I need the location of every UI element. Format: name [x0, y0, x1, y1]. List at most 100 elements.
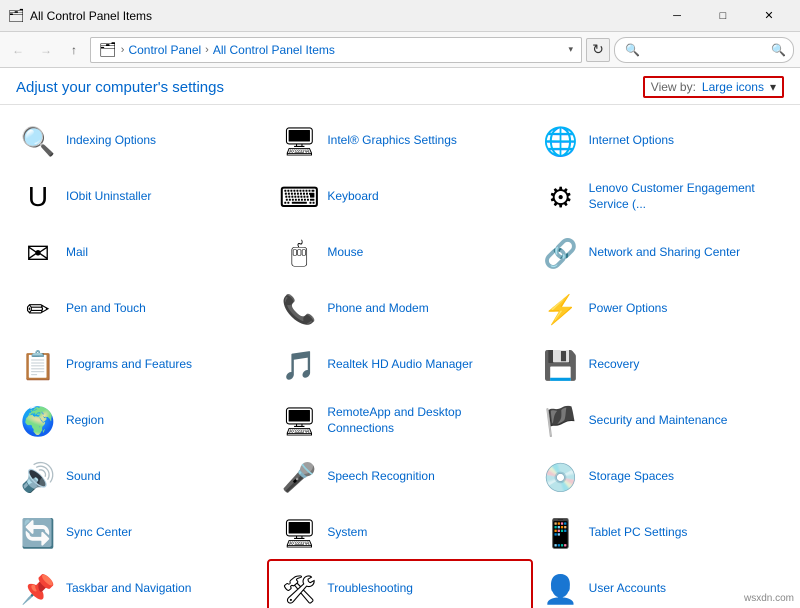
- item-label: Indexing Options: [66, 133, 156, 149]
- breadcrumb-all-items[interactable]: All Control Panel Items: [213, 43, 335, 57]
- refresh-button[interactable]: ↻: [586, 38, 610, 62]
- item-label: Region: [66, 413, 104, 429]
- item-label: IObit Uninstaller: [66, 189, 151, 205]
- storage-icon: 💿: [541, 457, 581, 497]
- view-by-label: View by:: [651, 80, 696, 94]
- item-label: User Accounts: [589, 581, 666, 597]
- control-panel-item[interactable]: 🎵Realtek HD Audio Manager: [269, 337, 530, 393]
- search-wrapper: 🔍: [614, 37, 794, 63]
- search-icon: 🔍: [771, 43, 786, 57]
- mail-icon: ✉: [18, 233, 58, 273]
- control-panel-item[interactable]: 🖥 RemoteApp and Desktop Connections: [269, 393, 530, 449]
- item-label: Taskbar and Navigation: [66, 581, 191, 597]
- control-panel-item[interactable]: 📌 Taskbar and Navigation: [8, 561, 269, 608]
- control-panel-item[interactable]: 🏴 Security and Maintenance: [531, 393, 792, 449]
- keyboard-icon: ⌨: [279, 177, 319, 217]
- control-panel-item[interactable]: 🔄 Sync Center: [8, 505, 269, 561]
- system-icon: 🖥: [279, 513, 319, 553]
- globe-icon: 🌐: [541, 121, 581, 161]
- user-icon: 👤: [541, 569, 581, 608]
- security-icon: 🏴: [541, 401, 581, 441]
- speech-icon: 🎤: [279, 457, 319, 497]
- item-label: Phone and Modem: [327, 301, 428, 317]
- control-panel-item[interactable]: 📋Programs and Features: [8, 337, 269, 393]
- forward-button[interactable]: →: [34, 38, 58, 62]
- item-label: Security and Maintenance: [589, 413, 728, 429]
- close-button[interactable]: ✕: [746, 0, 792, 32]
- title-bar-title: All Control Panel Items: [30, 9, 654, 23]
- view-by-control[interactable]: View by: Large icons ▾: [643, 76, 784, 98]
- phone-icon: 📞: [279, 289, 319, 329]
- address-wrapper[interactable]: 🗂 › Control Panel › All Control Panel It…: [90, 37, 582, 63]
- item-label: Mouse: [327, 245, 363, 261]
- breadcrumb-control-panel[interactable]: Control Panel: [128, 43, 201, 57]
- maximize-button[interactable]: □: [700, 0, 746, 32]
- uninstall-icon: U: [18, 177, 58, 217]
- up-button[interactable]: ↑: [62, 38, 86, 62]
- tablet-icon: 📱: [541, 513, 581, 553]
- item-label: Intel® Graphics Settings: [327, 133, 457, 149]
- sound-icon: 🔊: [18, 457, 58, 497]
- item-label: Programs and Features: [66, 357, 192, 373]
- gear-icon: ⚙: [541, 177, 581, 217]
- watermark: wsxdn.com: [744, 593, 794, 604]
- monitor-icon: 🖥: [279, 121, 319, 161]
- control-panel-item[interactable]: 🌍 Region: [8, 393, 269, 449]
- item-label: Keyboard: [327, 189, 378, 205]
- control-panel-item[interactable]: 🌐 Internet Options: [531, 113, 792, 169]
- item-label: RemoteApp and Desktop Connections: [327, 405, 520, 436]
- item-label: Speech Recognition: [327, 469, 434, 485]
- control-panel-item[interactable]: ✏Pen and Touch: [8, 281, 269, 337]
- title-bar-controls: ─ □ ✕: [654, 0, 792, 32]
- content-title: Adjust your computer's settings: [16, 79, 224, 96]
- trouble-icon: 🛠: [279, 569, 319, 608]
- region-icon: 🌍: [18, 401, 58, 441]
- control-panel-item[interactable]: 🛠Troubleshooting: [269, 561, 530, 608]
- search-icon: 🔍: [18, 121, 58, 161]
- breadcrumb-sep-1: ›: [121, 44, 125, 56]
- item-label: Sync Center: [66, 525, 132, 541]
- back-button[interactable]: ←: [6, 38, 30, 62]
- sync-icon: 🔄: [18, 513, 58, 553]
- control-panel-item[interactable]: 💿Storage Spaces: [531, 449, 792, 505]
- control-panel-item[interactable]: 🖱 Mouse: [269, 225, 530, 281]
- items-area: 🔍 Indexing Options 🖥 Intel® Graphics Settin…: [0, 105, 800, 608]
- item-label: System: [327, 525, 367, 541]
- control-panel-item[interactable]: ⌨ Keyboard: [269, 169, 530, 225]
- item-label: Tablet PC Settings: [589, 525, 688, 541]
- control-panel-item[interactable]: 🔍 Indexing Options: [8, 113, 269, 169]
- control-panel-item[interactable]: ✉Mail: [8, 225, 269, 281]
- item-label: Pen and Touch: [66, 301, 146, 317]
- network-icon: 🔗: [541, 233, 581, 273]
- item-label: Network and Sharing Center: [589, 245, 740, 261]
- control-panel-item[interactable]: 🔊 Sound: [8, 449, 269, 505]
- item-label: Sound: [66, 469, 101, 485]
- minimize-button[interactable]: ─: [654, 0, 700, 32]
- title-bar: 🗂 All Control Panel Items ─ □ ✕: [0, 0, 800, 32]
- taskbar-icon: 📌: [18, 569, 58, 608]
- control-panel-item[interactable]: ⚙ Lenovo Customer Engagement Service (...: [531, 169, 792, 225]
- item-label: Power Options: [589, 301, 668, 317]
- address-bar: ← → ↑ 🗂 › Control Panel › All Control Pa…: [0, 32, 800, 68]
- remote-icon: 🖥: [279, 401, 319, 441]
- search-input[interactable]: [614, 37, 794, 63]
- control-panel-item[interactable]: 📞 Phone and Modem: [269, 281, 530, 337]
- item-label: Internet Options: [589, 133, 674, 149]
- control-panel-item[interactable]: 💾Recovery: [531, 337, 792, 393]
- power-icon: ⚡: [541, 289, 581, 329]
- control-panel-item[interactable]: 🖥 Intel® Graphics Settings: [269, 113, 530, 169]
- item-label: Recovery: [589, 357, 640, 373]
- audio-icon: 🎵: [279, 345, 319, 385]
- breadcrumb-sep-2: ›: [205, 44, 209, 56]
- title-bar-icon: 🗂: [8, 8, 24, 24]
- item-label: Lenovo Customer Engagement Service (...: [589, 181, 782, 212]
- control-panel-item[interactable]: 🔗 Network and Sharing Center: [531, 225, 792, 281]
- address-dropdown-icon[interactable]: ▾: [568, 44, 573, 55]
- mouse-icon: 🖱: [279, 233, 319, 273]
- content-header: Adjust your computer's settings View by:…: [0, 68, 800, 105]
- control-panel-item[interactable]: 📱 Tablet PC Settings: [531, 505, 792, 561]
- control-panel-item[interactable]: 🖥 System: [269, 505, 530, 561]
- control-panel-item[interactable]: 🎤 Speech Recognition: [269, 449, 530, 505]
- control-panel-item[interactable]: ⚡ Power Options: [531, 281, 792, 337]
- control-panel-item[interactable]: U IObit Uninstaller: [8, 169, 269, 225]
